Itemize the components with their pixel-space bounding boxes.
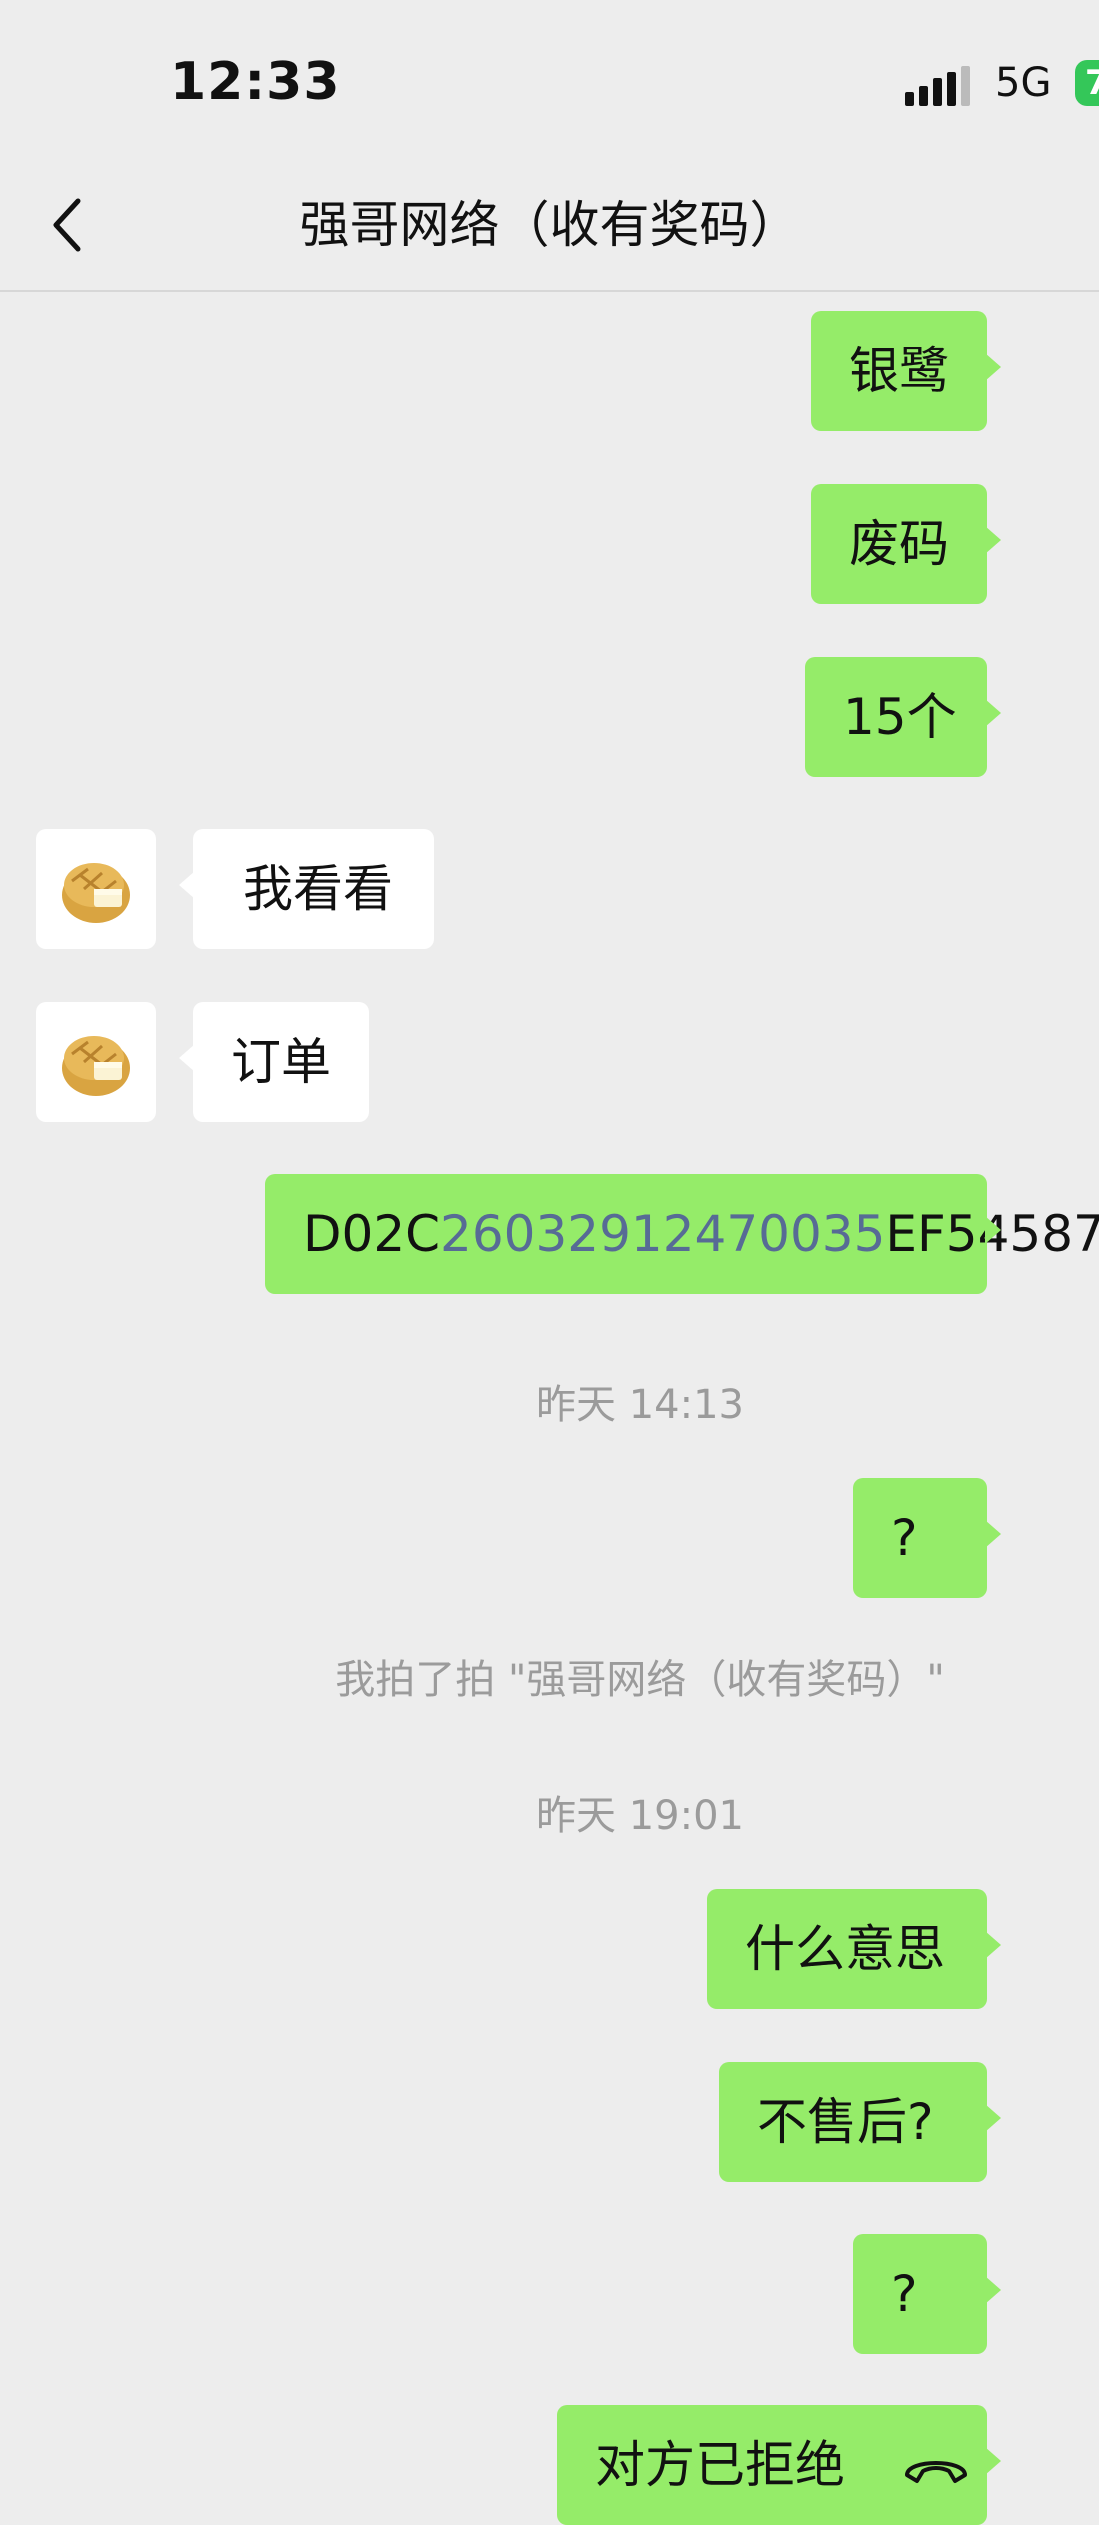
contact-avatar[interactable] <box>36 1002 156 1122</box>
message-text-suffix: EF54587 <box>885 1205 1099 1263</box>
message-bubble-outgoing[interactable]: 不售后? <box>719 2062 1001 2182</box>
chat-header: 强哥网络（收有奖码） <box>0 160 1099 292</box>
status-bar: 12:33 5G 7 <box>0 0 1099 160</box>
call-record-bubble[interactable]: 对方已拒绝 <box>557 2405 1001 2525</box>
timestamp: 昨天 14:13 <box>536 1382 744 1428</box>
order-number-link[interactable]: 26032912470035 <box>440 1205 885 1263</box>
phone-hangup-icon <box>904 2460 967 2483</box>
message-bubble-outgoing[interactable]: ? <box>853 1478 1001 1598</box>
battery-indicator: 7 <box>1075 60 1099 106</box>
pineapple-bun-avatar-icon <box>62 863 130 923</box>
status-time: 12:33 <box>170 52 341 112</box>
contact-avatar[interactable] <box>36 829 156 949</box>
message-text: 什么意思 <box>745 1920 945 1978</box>
message-text: ? <box>891 1509 918 1567</box>
message-text-prefix: D02C <box>303 1205 441 1263</box>
message-bubble-outgoing[interactable]: ? <box>853 2234 1001 2354</box>
network-type: 5G <box>995 60 1052 106</box>
message-text: 15个 <box>843 688 957 746</box>
message-bubble-outgoing[interactable]: 15个 <box>805 657 1001 777</box>
message-bubble-incoming[interactable]: 我看看 <box>179 829 434 949</box>
pat-system-message: 我拍了拍 "强哥网络（收有奖码）" <box>335 1657 945 1703</box>
message-text: 废码 <box>849 515 949 573</box>
timestamp: 昨天 19:01 <box>536 1793 744 1839</box>
signal-icon <box>905 66 973 106</box>
message-text: 我看看 <box>243 860 393 918</box>
message-text: 银鹭 <box>849 342 949 400</box>
message-text: 不售后? <box>757 2093 934 2151</box>
message-text: 订单 <box>231 1033 331 1091</box>
message-text: ? <box>891 2265 918 2323</box>
message-bubble-outgoing[interactable]: 废码 <box>811 484 1001 604</box>
message-text: 对方已拒绝 <box>595 2436 845 2494</box>
pineapple-bun-avatar-icon <box>62 1036 130 1096</box>
message-bubble-outgoing[interactable]: D02C26032912470035EF54587 <box>265 1174 1099 1294</box>
chat-title: 强哥网络（收有奖码） <box>299 196 800 254</box>
message-bubble-outgoing[interactable]: 什么意思 <box>707 1889 1001 2009</box>
message-bubble-outgoing[interactable]: 银鹭 <box>811 311 1001 431</box>
message-bubble-incoming[interactable]: 订单 <box>179 1002 369 1122</box>
